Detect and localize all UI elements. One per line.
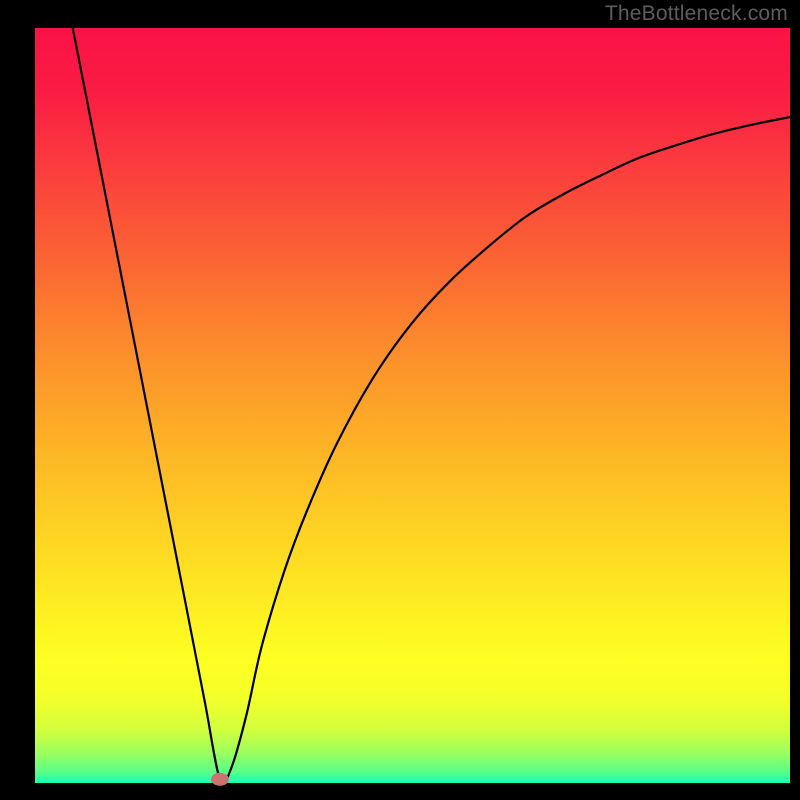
bottleneck-chart	[0, 0, 800, 800]
watermark-text: TheBottleneck.com	[605, 2, 788, 26]
minimum-marker	[211, 773, 229, 786]
plot-background	[35, 28, 790, 783]
chart-frame: TheBottleneck.com	[0, 0, 800, 800]
